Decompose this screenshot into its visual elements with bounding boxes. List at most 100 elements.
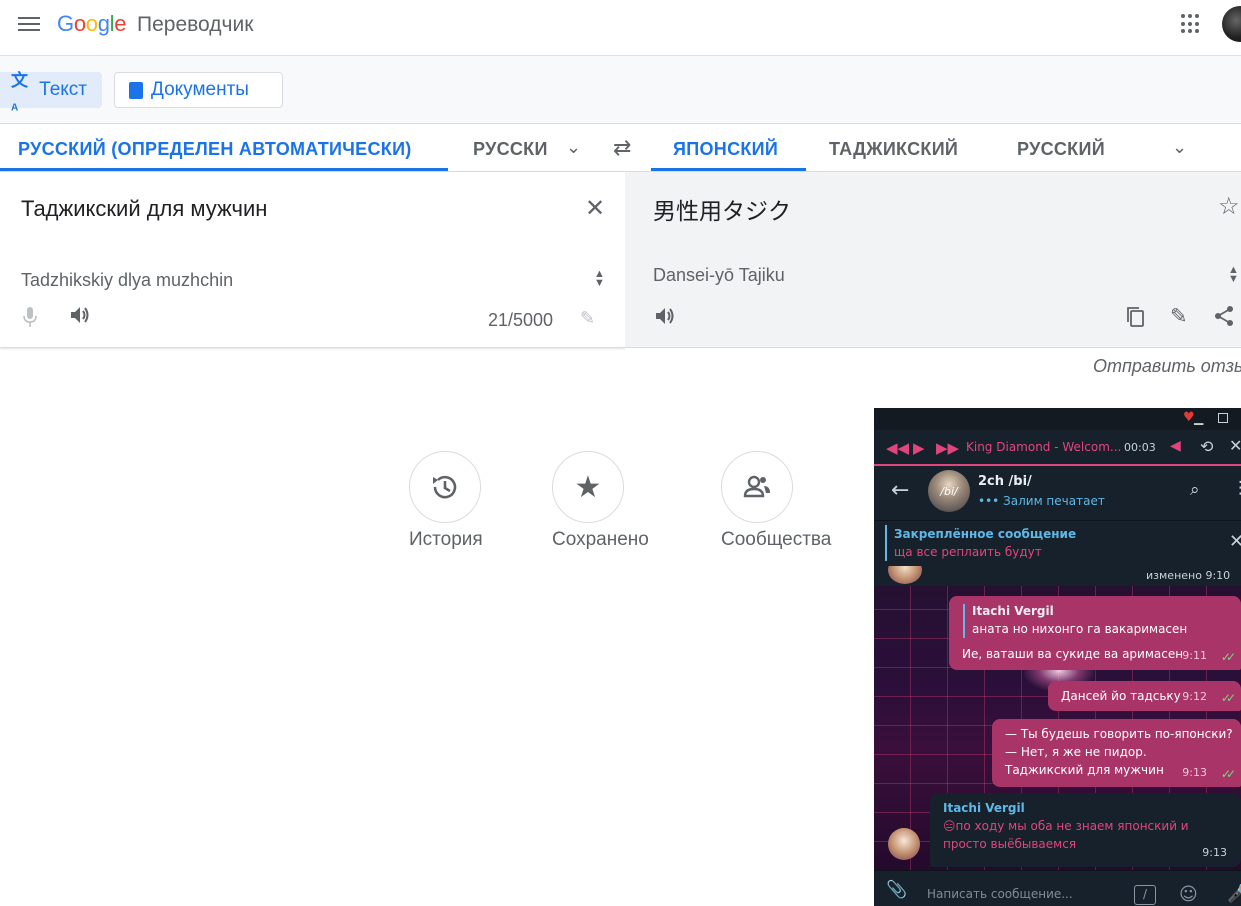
saved-button[interactable]: ★ — [552, 451, 624, 523]
reply-quote-bar — [963, 604, 965, 638]
previous-track-icon[interactable]: ◀◀ — [886, 439, 909, 457]
more-vertical-icon[interactable]: ⋮ — [1232, 478, 1241, 498]
search-icon[interactable]: ⌕ — [1190, 480, 1200, 500]
text-mode-button[interactable]: 文A Текст — [0, 71, 102, 114]
document-icon — [129, 81, 143, 99]
outgoing-message[interactable]: — Ты будешь говорить по-японски? — Нет, … — [992, 719, 1241, 787]
chat-area[interactable]: изменено 9:10 Itachi Vergil аната но них… — [874, 566, 1241, 870]
outgoing-message[interactable]: Дансей йо тадську 9:12 ✓✓ — [1048, 681, 1241, 711]
read-checks-icon: ✓✓ — [1220, 650, 1236, 664]
chat-name[interactable]: 2ch /bi/ — [978, 474, 1032, 489]
typing-status: ••• Залим печатает — [978, 494, 1105, 508]
close-icon[interactable]: ✕ — [1229, 531, 1241, 552]
play-icon[interactable]: ▶ — [913, 439, 925, 457]
documents-mode-button[interactable]: Документы — [114, 72, 283, 108]
microphone-icon[interactable]: 🎤 — [1227, 883, 1241, 904]
clear-icon[interactable]: ✕ — [585, 194, 605, 223]
reply-quote-text: аната но нихонго га вакаримасен — [972, 622, 1188, 636]
apps-grid-icon[interactable] — [1181, 14, 1201, 34]
target-language-tab-russian[interactable]: РУССКИЙ — [1017, 139, 1105, 160]
source-language-option-russian[interactable]: РУССКИ — [473, 139, 553, 160]
history-label[interactable]: История — [409, 529, 483, 551]
message-text: 😑по ходу мы оба не знаем японский и прос… — [943, 819, 1189, 851]
logo-letter: g — [97, 11, 110, 36]
source-text-input[interactable]: Таджикский для мужчин — [21, 196, 267, 222]
people-icon — [743, 475, 770, 498]
edited-label: изменено 9:10 — [1146, 569, 1231, 582]
logo-letter: o — [73, 11, 86, 36]
sender-avatar[interactable] — [888, 828, 920, 860]
character-counter: 21/5000 — [488, 310, 554, 330]
pinned-accent-bar — [885, 525, 887, 561]
history-button[interactable] — [409, 451, 481, 523]
pinned-text: ща все реплаить будут — [894, 545, 1042, 559]
close-icon[interactable]: ✕ — [1229, 436, 1241, 455]
scroll-arrows-icon[interactable]: ▲ ▼ — [594, 269, 605, 289]
sender-avatar[interactable] — [888, 566, 922, 584]
account-avatar[interactable] — [1222, 6, 1241, 42]
message-input-bar: 📎 Написать сообщение... / ☺ 🎤 — [874, 870, 1241, 906]
incoming-message[interactable]: Itachi Vergil 😑по ходу мы оба не знаем я… — [930, 793, 1241, 867]
telegram-titlebar: ♥ ▁ — [874, 408, 1241, 430]
message-input[interactable]: Написать сообщение... — [927, 887, 1073, 901]
chevron-down-icon[interactable]: ⌄ — [1172, 137, 1187, 158]
hamburger-menu-icon[interactable] — [18, 14, 40, 34]
chevron-down-icon[interactable]: ⌄ — [566, 137, 581, 158]
minimize-icon[interactable]: ▁ — [1194, 411, 1203, 425]
track-title[interactable]: King Diamond - Welcom... — [966, 440, 1121, 454]
google-logo[interactable]: Google — [57, 11, 126, 37]
target-language-tab-tajik[interactable]: ТАДЖИКСКИЙ — [829, 139, 958, 160]
star-icon: ★ — [574, 470, 602, 504]
sender-name[interactable]: Itachi Vergil — [943, 799, 1025, 817]
pencil-icon[interactable]: ✎ — [1170, 304, 1188, 329]
pencil-icon: ✎ — [580, 308, 596, 328]
language-bar: РУССКИЙ (ОПРЕДЕЛЕН АВТОМАТИЧЕСКИ) РУССКИ… — [0, 125, 1241, 172]
target-tab-indicator — [651, 168, 806, 171]
back-arrow-icon[interactable]: ← — [891, 478, 909, 503]
product-name: Переводчик — [137, 13, 254, 36]
speaker-icon[interactable] — [653, 305, 675, 327]
reply-quote-author: Itachi Vergil — [972, 604, 1054, 618]
history-icon — [433, 475, 457, 499]
saved-label[interactable]: Сохранено — [552, 529, 649, 551]
emoji-icon[interactable]: ☺ — [1179, 884, 1198, 905]
text-mode-label: Текст — [39, 79, 87, 100]
star-outline-icon[interactable]: ☆ — [1218, 192, 1240, 221]
bot-command-icon[interactable]: / — [1134, 885, 1156, 905]
translation-output: 男性用タジク — [653, 198, 791, 224]
read-checks-icon: ✓✓ — [1220, 691, 1236, 705]
logo-letter: G — [57, 11, 74, 36]
next-track-icon[interactable]: ▶▶ — [936, 439, 959, 457]
speaker-icon[interactable] — [68, 304, 90, 326]
track-time: 00:03 — [1124, 441, 1156, 454]
copy-icon[interactable] — [1125, 306, 1145, 328]
scroll-arrows-icon[interactable]: ▲ ▼ — [1228, 265, 1239, 285]
volume-icon[interactable]: ◀ — [1170, 438, 1181, 454]
pinned-message[interactable]: Закреплённое сообщение ща все реплаить б… — [874, 520, 1241, 566]
message-text: Ие, ваташи ва сукиде ва аримасен — [962, 647, 1184, 661]
source-tab-indicator — [0, 168, 448, 171]
documents-mode-label: Документы — [151, 79, 249, 100]
microphone-icon[interactable] — [22, 306, 38, 328]
target-transliteration: Dansei-yō Tajiku — [653, 265, 785, 285]
paperclip-icon[interactable]: 📎 — [886, 880, 907, 900]
top-app-bar: Google Переводчик — [0, 0, 1241, 56]
source-transliteration: Tadzhikskiy dlya muzhchin — [21, 270, 234, 290]
maximize-icon[interactable] — [1218, 413, 1228, 423]
share-icon[interactable] — [1213, 305, 1235, 327]
chat-avatar[interactable]: /bi/ — [928, 470, 970, 512]
community-button[interactable] — [721, 451, 793, 523]
heart-icon: ♥ — [1183, 410, 1195, 425]
logo-letter: o — [85, 11, 98, 36]
communities-label[interactable]: Сообщества — [721, 529, 831, 551]
send-feedback-link[interactable]: Отправить отзыв — [1093, 356, 1241, 377]
outgoing-message[interactable]: Itachi Vergil аната но нихонго га вакари… — [949, 596, 1241, 670]
message-time: 9:11 — [1182, 649, 1207, 662]
read-checks-icon: ✓✓ — [1220, 767, 1236, 781]
swap-languages-icon[interactable]: ⇄ — [613, 135, 631, 161]
target-language-tab-japanese[interactable]: ЯПОНСКИЙ — [673, 139, 778, 160]
mode-bar: 文A Текст Документы — [0, 56, 1241, 124]
repeat-icon[interactable]: ⟲ — [1200, 437, 1213, 456]
message-text: Дансей йо тадську — [1061, 689, 1181, 703]
source-language-detected-tab[interactable]: РУССКИЙ (ОПРЕДЕЛЕН АВТОМАТИЧЕСКИ) — [18, 139, 412, 160]
